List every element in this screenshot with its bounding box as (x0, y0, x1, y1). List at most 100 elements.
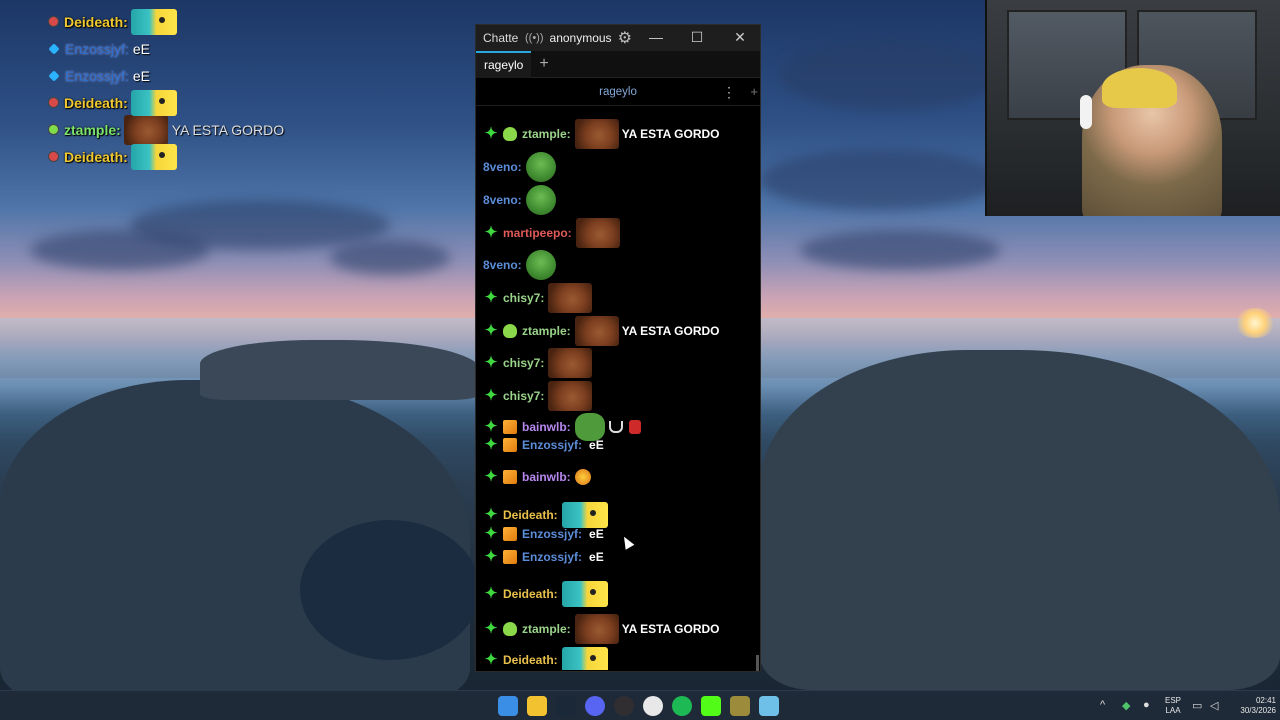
chat-message[interactable]: ✦ Enzossjyf: eE (483, 437, 604, 453)
chat-username[interactable]: Deideath: (503, 653, 558, 667)
dog-emote (548, 283, 593, 313)
chat-message[interactable]: ✦ ztample: YA ESTA GORDO (483, 316, 719, 346)
chat-message[interactable]: 8veno: (483, 250, 556, 280)
star-badge-icon: ✦ (484, 387, 498, 404)
gear-icon[interactable]: ⚙ (618, 28, 632, 48)
clock[interactable]: 02:41 30/3/2026 (1226, 696, 1276, 716)
security-icon[interactable]: ◆ (1122, 699, 1130, 712)
star-badge-icon: ✦ (484, 585, 498, 602)
maximize-button[interactable]: ☐ (677, 25, 717, 51)
split-header[interactable]: rageylo ⋮ + (476, 78, 760, 106)
chatterino-icon[interactable] (759, 696, 779, 716)
chat-username[interactable]: bainwlb: (522, 470, 571, 484)
cube-badge-icon (503, 420, 517, 434)
pikachu-emote (130, 89, 177, 116)
desktop-chat-overlay: Deideath: Enzossjyf: eE Enzossjyf: eE Deideat… (48, 8, 348, 170)
volume-icon[interactable]: ◁ (1210, 699, 1218, 712)
windows-start-icon[interactable] (498, 696, 518, 716)
overlay-message: ztample: YA ESTA GORDO (48, 114, 348, 145)
scrollbar[interactable] (756, 655, 759, 671)
steam-icon[interactable] (556, 696, 576, 716)
chat-message[interactable]: ✦ chisy7: (483, 283, 593, 313)
cube-badge-icon (503, 527, 517, 541)
account-name[interactable]: anonymous (550, 31, 612, 45)
overlay-username: Enzossjyf: (65, 67, 129, 84)
star-badge-icon: ✦ (484, 224, 498, 241)
chat-username[interactable]: ztample: (522, 324, 571, 338)
chat-message[interactable]: ✦ bainwlb: (483, 469, 591, 485)
chat-message-text: YA ESTA GORDO (621, 127, 720, 141)
chat-message[interactable]: ✦ Deideath: (483, 647, 608, 670)
broadcast-icon[interactable]: ((•)) (525, 32, 544, 44)
tray-overflow-icon[interactable]: ^ (1100, 699, 1105, 711)
star-badge-icon: ✦ (484, 548, 498, 565)
split-menu-icon[interactable]: ⋮ (722, 78, 736, 106)
minimize-button[interactable]: — (636, 25, 676, 51)
chat-username[interactable]: Enzossjyf: (522, 550, 582, 564)
chat-username[interactable]: 8veno: (483, 258, 522, 272)
chat-message[interactable]: ✦ Deideath: (483, 581, 608, 607)
overlay-username: ztample: (64, 121, 121, 138)
file-explorer-icon[interactable] (527, 696, 547, 716)
chat-username[interactable]: 8veno: (483, 160, 522, 174)
overlay-message-text: eE (132, 67, 150, 84)
dog-emote (575, 218, 620, 248)
star-badge-icon: ✦ (484, 651, 498, 668)
language-indicator[interactable]: ESP LAA (1162, 696, 1184, 716)
add-split-button[interactable]: + (750, 78, 758, 106)
cube-badge-icon (503, 470, 517, 484)
network-icon[interactable]: ▭ (1192, 699, 1202, 712)
title-bar[interactable]: Chatterino ((•)) anonymous ⚙ — ☐ ✕ (476, 25, 760, 51)
chat-username[interactable]: ztample: (522, 622, 571, 636)
chat-username[interactable]: Enzossjyf: (522, 527, 582, 541)
chat-username[interactable]: Enzossjyf: (522, 438, 582, 452)
chat-message[interactable]: ✦ Enzossjyf: eE (483, 526, 604, 542)
chat-message[interactable]: ✦ Enzossjyf: eE (483, 549, 604, 565)
red-emote (628, 420, 641, 434)
chat-message[interactable]: ✦ Deideath: (483, 502, 608, 528)
obs-icon[interactable] (614, 696, 634, 716)
overlay-message: Enzossjyf: eE (48, 62, 348, 89)
alien-badge-icon (503, 127, 517, 141)
overlay-message-text: YA ESTA GORDO (171, 121, 285, 138)
chat-username[interactable]: Deideath: (503, 587, 558, 601)
chat-message[interactable]: ✦ martipeepo: (483, 218, 620, 248)
kick-icon[interactable] (701, 696, 721, 716)
chat-username[interactable]: ztample: (522, 127, 571, 141)
close-button[interactable]: ✕ (720, 25, 760, 51)
chat-username[interactable]: chisy7: (503, 389, 544, 403)
microphone-icon[interactable]: ● (1143, 699, 1150, 711)
chatterino-window[interactable]: Chatterino ((•)) anonymous ⚙ — ☐ ✕ ragey… (475, 24, 761, 672)
tab-rageylo[interactable]: rageylo (476, 50, 532, 78)
chat-message[interactable]: ✦ chisy7: (483, 348, 593, 378)
chat-messages[interactable]: ✦ ztample: YA ESTA GORDO 8veno: 8veno: ✦ marti… (476, 108, 758, 670)
discord-icon[interactable] (585, 696, 605, 716)
chat-username[interactable]: martipeepo: (503, 226, 572, 240)
chat-username[interactable]: Deideath: (503, 508, 558, 522)
pepe-emote (525, 152, 556, 182)
star-badge-icon: ✦ (484, 436, 498, 453)
webcam-feed (985, 0, 1280, 216)
star-badge-icon: ✦ (484, 468, 498, 485)
star-badge-icon: ✦ (484, 125, 498, 142)
star-badge-icon: ✦ (484, 506, 498, 523)
chat-message[interactable]: ✦ ztample: YA ESTA GORDO (483, 119, 719, 149)
cube-badge-icon (503, 438, 517, 452)
chat-message[interactable]: ✦ ztample: YA ESTA GORDO (483, 614, 719, 644)
chat-username[interactable]: bainwlb: (522, 420, 571, 434)
mod-badge-icon (48, 16, 59, 27)
chat-username[interactable]: 8veno: (483, 193, 522, 207)
add-tab-button[interactable]: + (539, 55, 548, 73)
chat-username[interactable]: chisy7: (503, 356, 544, 370)
pikachu-emote (561, 581, 608, 607)
spotify-icon[interactable] (672, 696, 692, 716)
dog-emote (548, 381, 593, 411)
tab-bar: rageylo + (476, 50, 760, 78)
chat-message[interactable]: 8veno: (483, 185, 556, 215)
chat-username[interactable]: chisy7: (503, 291, 544, 305)
chrome-icon[interactable] (643, 696, 663, 716)
game-icon[interactable] (730, 696, 750, 716)
chat-message[interactable]: 8veno: (483, 152, 556, 182)
chat-message[interactable]: ✦ chisy7: (483, 381, 593, 411)
cup-emote (608, 421, 623, 433)
